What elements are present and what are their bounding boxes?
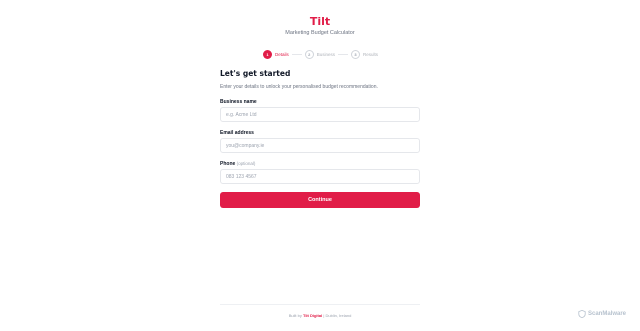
phone-optional-note: (optional) bbox=[236, 161, 256, 166]
footer-link[interactable]: Tilt Digital bbox=[303, 313, 322, 318]
step-number-3: 3 bbox=[351, 49, 361, 59]
business-name-label: Business name bbox=[220, 99, 257, 105]
phone-input[interactable] bbox=[220, 169, 420, 184]
phone-label-row: Phone (optional) bbox=[220, 161, 255, 167]
brand-logo: Tilt bbox=[309, 15, 331, 28]
step-number-1: 1 bbox=[263, 49, 272, 59]
step-results: 3 Results bbox=[351, 49, 379, 59]
app-subtitle: Marketing Budget Calculator bbox=[285, 30, 355, 36]
form-intro: Enter your details to unlock your person… bbox=[220, 84, 378, 90]
progress-stepper: 1 Details 2 Business 3 Results bbox=[263, 49, 378, 59]
footer-divider bbox=[220, 304, 420, 305]
continue-button[interactable]: Continue bbox=[220, 192, 420, 208]
step-label-details: Details bbox=[275, 51, 289, 57]
email-label: Email address bbox=[220, 130, 254, 136]
step-connector bbox=[338, 53, 349, 55]
footer: Built by Tilt Digital | Dublin, Ireland bbox=[0, 313, 640, 318]
step-label-business: Business bbox=[316, 51, 336, 57]
footer-prefix: Built by bbox=[288, 313, 302, 318]
email-input[interactable] bbox=[220, 138, 420, 153]
watermark-text: ScanMalware bbox=[588, 311, 627, 317]
shield-icon bbox=[578, 310, 586, 318]
business-name-input[interactable] bbox=[220, 107, 420, 122]
footer-suffix: | Dublin, Ireland bbox=[323, 313, 352, 318]
step-number-2: 2 bbox=[304, 49, 314, 59]
step-label-results: Results bbox=[363, 51, 379, 57]
form-heading: Let's get started bbox=[220, 69, 291, 78]
step-connector bbox=[291, 53, 302, 55]
phone-label: Phone bbox=[220, 161, 236, 167]
step-details: 1 Details bbox=[263, 49, 289, 59]
step-business: 2 Business bbox=[304, 49, 336, 59]
watermark: ScanMalware bbox=[578, 310, 626, 318]
details-form: Let's get started Enter your details to … bbox=[220, 69, 420, 208]
